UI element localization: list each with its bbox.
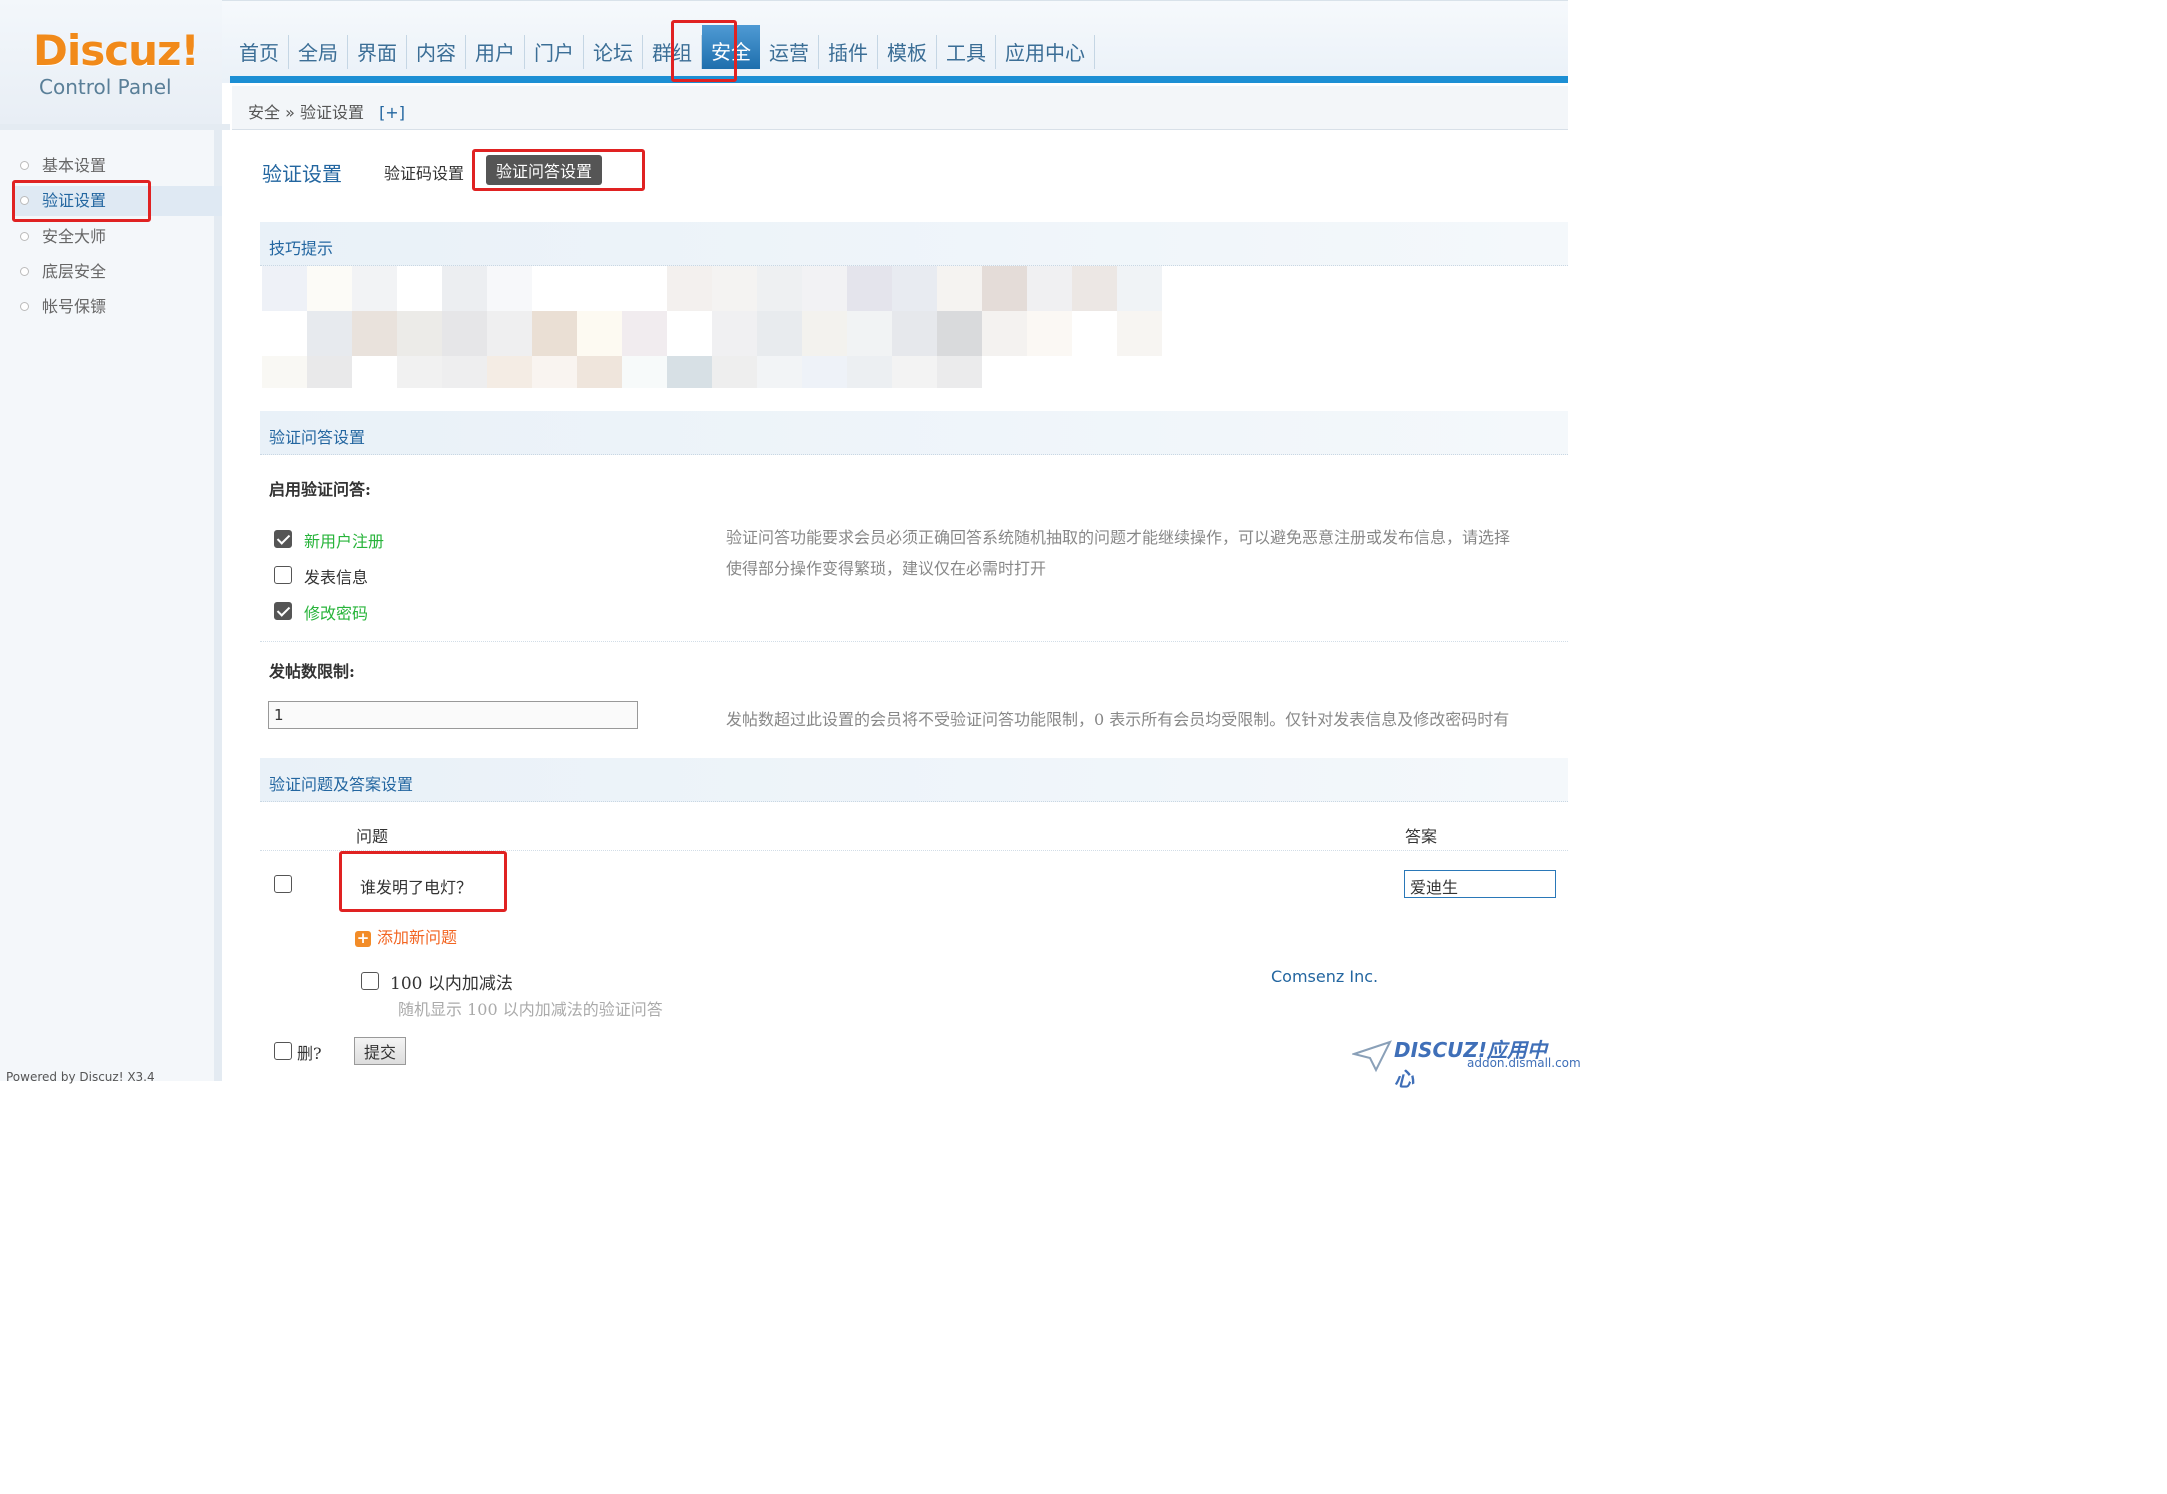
breadcrumb: 安全 » 验证设置 [+] — [232, 86, 1568, 130]
sidebar-item-label: 安全大师 — [42, 227, 107, 246]
breadcrumb-path: 安全 » 验证设置 — [248, 103, 364, 122]
vendor-link[interactable]: Comsenz Inc. — [1271, 967, 1378, 986]
row-select-checkbox[interactable] — [274, 875, 292, 893]
nav-plugins[interactable]: 插件 — [819, 35, 878, 69]
sidebar-item-label: 基本设置 — [42, 156, 107, 175]
answer-input[interactable]: 爱迪生 — [1404, 870, 1556, 898]
nav-operations[interactable]: 运营 — [760, 35, 819, 69]
page-title: 验证设置 — [262, 162, 342, 186]
option-new-user-register[interactable]: 新用户注册 — [304, 528, 384, 552]
nav-portal[interactable]: 门户 — [525, 35, 584, 69]
submit-button[interactable]: 提交 — [354, 1037, 406, 1065]
math-qa-label[interactable]: 100 以内加减法 — [390, 969, 513, 994]
breadcrumb-expand-button[interactable]: [+] — [379, 103, 405, 122]
checkbox-new-user-register[interactable] — [274, 530, 292, 548]
highlight-tab-qa — [472, 149, 645, 191]
logo-brand: Discuz! — [33, 26, 200, 75]
column-question: 问题 — [356, 827, 389, 846]
nav-interface[interactable]: 界面 — [348, 35, 407, 69]
delete-checkbox[interactable] — [274, 1042, 292, 1060]
checkbox-math-qa[interactable] — [361, 972, 379, 990]
nav-home[interactable]: 首页 — [230, 35, 289, 69]
add-new-question-button[interactable]: + 添加新问题 — [355, 924, 457, 948]
paper-plane-icon — [1352, 1040, 1392, 1073]
column-answer: 答案 — [1405, 827, 1438, 846]
bullet-icon — [20, 161, 29, 170]
qa-settings-heading: 验证问答设置 — [260, 411, 1568, 455]
checkbox-change-password[interactable] — [274, 602, 292, 620]
highlight-sidebar-verification — [12, 180, 151, 222]
sidebar-item-label: 帐号保镖 — [42, 297, 107, 316]
nav-users[interactable]: 用户 — [466, 35, 525, 69]
nav-templates[interactable]: 模板 — [878, 35, 937, 69]
watermark: DISCUZ!应用中心 addon.dismall.com — [1352, 1032, 1581, 1091]
plus-icon: + — [355, 929, 371, 947]
tips-heading: 技巧提示 — [260, 222, 1568, 266]
checkbox-post-message[interactable] — [274, 566, 292, 584]
enable-qa-description: 验证问答功能要求会员必须正确回答系统随机抽取的问题才能继续操作，可以避免恶意注册… — [726, 528, 1511, 547]
main-nav: 首页 全局 界面 内容 用户 门户 论坛 群组 安全 运营 插件 模板 工具 应… — [230, 25, 1095, 75]
bullet-icon — [20, 302, 29, 311]
delete-label: 删? — [297, 1044, 322, 1063]
sidebar-item-basic[interactable]: 基本设置 — [20, 151, 220, 181]
math-qa-description: 随机显示 100 以内加减法的验证问答 — [398, 1000, 663, 1019]
logo-subtitle: Control Panel — [39, 75, 172, 99]
post-limit-label: 发帖数限制: — [269, 662, 355, 681]
watermark-sub: addon.dismall.com — [1467, 1056, 1581, 1070]
nav-global[interactable]: 全局 — [289, 35, 348, 69]
nav-content[interactable]: 内容 — [407, 35, 466, 69]
enable-qa-description-2: 使得部分操作变得繁琐，建议仅在必需时打开 — [726, 559, 1047, 578]
nav-app-center[interactable]: 应用中心 — [996, 35, 1095, 69]
option-post-message[interactable]: 发表信息 — [304, 564, 368, 588]
nav-underline — [230, 76, 1568, 83]
blurred-tips-image — [262, 266, 1202, 388]
option-change-password[interactable]: 修改密码 — [304, 600, 368, 624]
nav-forum[interactable]: 论坛 — [584, 35, 643, 69]
qa-table-heading: 验证问题及答案设置 — [260, 758, 1568, 802]
powered-by: Powered by Discuz! X3.4 — [6, 1070, 155, 1084]
highlight-question — [339, 851, 507, 912]
sidebar-item-label: 底层安全 — [42, 262, 107, 281]
highlight-nav-security — [671, 20, 737, 82]
bullet-icon — [20, 267, 29, 276]
bullet-icon — [20, 232, 29, 241]
add-new-question-label: 添加新问题 — [377, 928, 458, 947]
enable-qa-label: 启用验证问答: — [269, 480, 371, 499]
sidebar-item-low-level-security[interactable]: 底层安全 — [20, 257, 220, 287]
sidebar-item-account-guard[interactable]: 帐号保镖 — [20, 292, 220, 322]
tab-captcha-settings[interactable]: 验证码设置 — [384, 160, 464, 184]
post-limit-description: 发帖数超过此设置的会员将不受验证问答功能限制，0 表示所有会员均受限制。仅针对发… — [726, 710, 1510, 729]
post-limit-input[interactable]: 1 — [268, 701, 638, 729]
nav-tools[interactable]: 工具 — [937, 35, 996, 69]
sidebar-item-security-master[interactable]: 安全大师 — [20, 222, 220, 252]
logo[interactable]: Discuz! Control Panel — [0, 0, 222, 124]
divider — [260, 641, 1568, 642]
